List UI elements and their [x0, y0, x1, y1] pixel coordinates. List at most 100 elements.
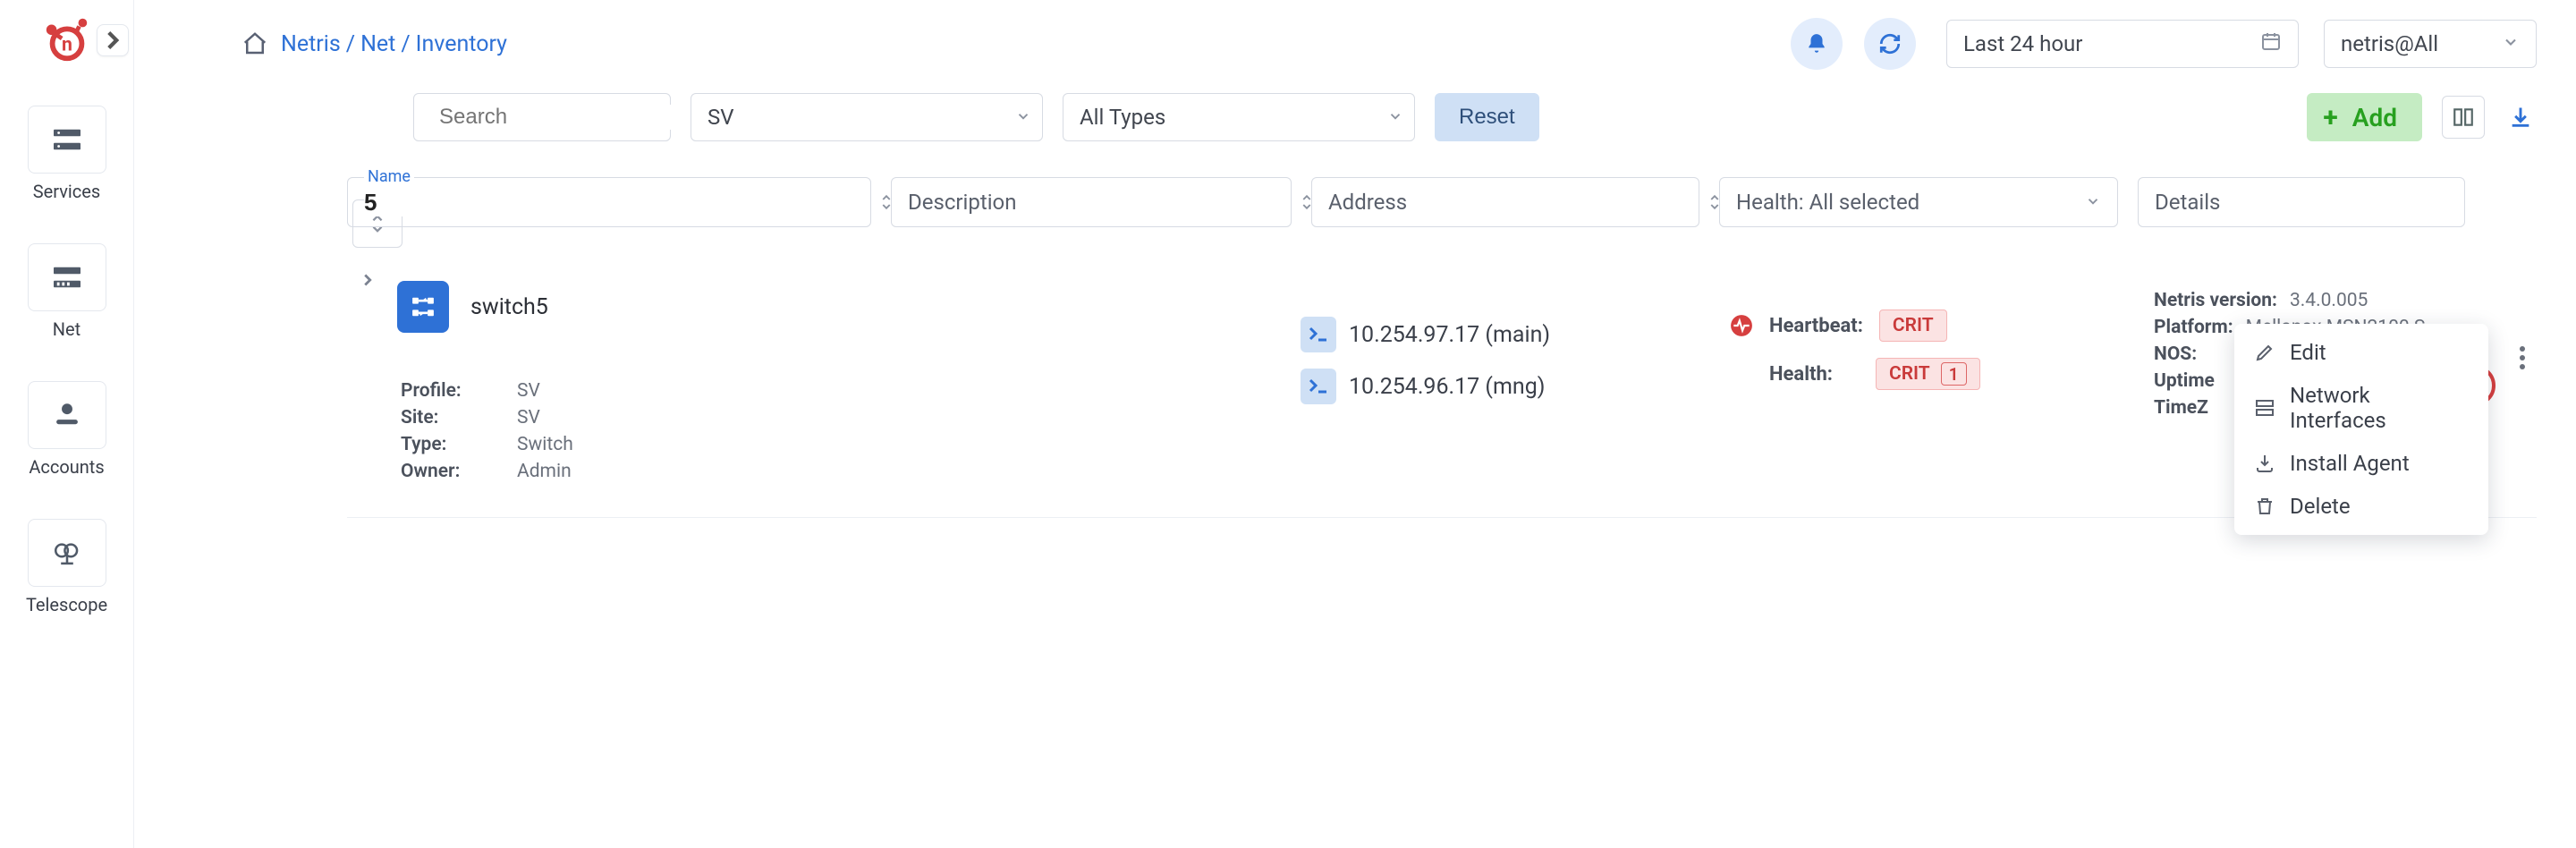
meta-val: SV — [517, 380, 540, 402]
main-area: Netris/Net/Inventory Last 24 hour netris… — [134, 0, 2576, 848]
device-icon — [397, 281, 449, 333]
add-button[interactable]: + Add — [2307, 93, 2422, 141]
header-name-input[interactable] — [364, 189, 854, 216]
col-address: 10.254.97.17 (main) 10.254.96.17 (mng) — [1301, 281, 1730, 485]
crumb-1[interactable]: Net — [360, 31, 395, 57]
site-filter-label: SV — [708, 105, 734, 130]
notifications-button[interactable] — [1791, 18, 1843, 70]
meta-val: Switch — [517, 434, 573, 455]
tenant-label: netris@All — [2341, 31, 2438, 56]
heartbeat-icon — [1730, 314, 1753, 337]
header-details: Details — [2138, 177, 2465, 227]
home-icon[interactable] — [242, 30, 268, 57]
download-icon — [2254, 453, 2275, 474]
address-entry[interactable]: 10.254.96.17 (mng) — [1301, 369, 1730, 404]
menu-item-network-interfaces[interactable]: Network Interfaces — [2234, 374, 2488, 442]
details-key: TimeZ — [2154, 397, 2208, 419]
heartbeat-label: Heartbeat: — [1769, 315, 1863, 337]
header-details-label: Details — [2155, 190, 2220, 215]
crit-text: CRIT — [1889, 363, 1930, 385]
calendar-icon — [2260, 30, 2282, 57]
crumb-0[interactable]: Netris — [281, 31, 341, 57]
site-filter-select[interactable]: SV — [691, 93, 1043, 141]
header-name[interactable]: Name — [347, 177, 871, 227]
header-address[interactable]: Address — [1311, 177, 1699, 227]
plus-icon: + — [2323, 102, 2337, 133]
menu-item-install-agent[interactable]: Install Agent — [2234, 442, 2488, 485]
header-name-label: Name — [364, 167, 414, 186]
trash-icon — [2254, 496, 2275, 517]
rail-expand-button[interactable] — [97, 24, 129, 56]
time-range-label: Last 24 hour — [1963, 31, 2082, 56]
columns-button[interactable] — [2442, 96, 2485, 139]
chevron-down-icon — [1015, 105, 1031, 130]
details-key: NOS: — [2154, 343, 2197, 365]
inventory-row: switch5 Profile:SV Site:SV Type:Switch O… — [347, 263, 2537, 518]
refresh-button[interactable] — [1864, 18, 1916, 70]
rail-item-services[interactable]: Services — [28, 106, 106, 202]
heartbeat-status-badge: CRIT — [1879, 310, 1947, 342]
filter-row: SV All Types Reset + Add — [216, 93, 2576, 141]
search-input[interactable] — [439, 105, 716, 130]
net-icon — [28, 243, 106, 311]
health-status-badge: CRIT 1 — [1876, 358, 1980, 390]
meta-key: Profile: — [401, 380, 517, 402]
rail-label: Accounts — [29, 456, 104, 478]
left-rail: n Services Net Accounts — [0, 0, 134, 848]
menu-label: Network Interfaces — [2290, 383, 2469, 433]
network-icon — [2254, 397, 2275, 419]
chevron-down-icon — [2502, 31, 2520, 56]
meta-key: Site: — [401, 407, 517, 428]
chevron-down-icon — [1387, 105, 1403, 130]
details-key: Uptime — [2154, 370, 2215, 392]
rail-item-accounts[interactable]: Accounts — [28, 381, 106, 478]
row-actions-button[interactable] — [2519, 345, 2526, 376]
details-key: Netris version: — [2154, 290, 2277, 311]
time-range-select[interactable]: Last 24 hour — [1946, 20, 2299, 68]
header-health[interactable]: Health: All selected — [1719, 177, 2118, 227]
details-key: Platform: — [2154, 317, 2233, 338]
rail-item-telescope[interactable]: Telescope — [28, 519, 106, 615]
tenant-select[interactable]: netris@All — [2324, 20, 2537, 68]
crit-count: 1 — [1941, 362, 1967, 386]
row-context-menu: Edit Network Interfaces Install Agent De… — [2234, 324, 2488, 535]
breadcrumb[interactable]: Netris/Net/Inventory — [281, 31, 507, 57]
address-text: 10.254.96.17 (mng) — [1349, 374, 1545, 400]
details-val: 3.4.0.005 — [2290, 290, 2368, 311]
header-address-label: Address — [1328, 190, 1407, 215]
download-button[interactable] — [2504, 96, 2537, 139]
terminal-icon — [1301, 317, 1336, 352]
expand-row-button[interactable] — [358, 270, 377, 293]
col-details: Netris version:3.4.0.005 Platform:Mellan… — [2154, 281, 2537, 485]
crumb-2[interactable]: Inventory — [416, 31, 507, 57]
app-logo[interactable]: n — [41, 13, 93, 64]
terminal-icon — [1301, 369, 1336, 404]
meta-val: SV — [517, 407, 540, 428]
header-health-label: Health: All selected — [1736, 190, 1919, 215]
health-label: Health: — [1769, 363, 1833, 386]
menu-label: Delete — [2290, 494, 2351, 519]
col-health: Heartbeat: CRIT Health: CRIT 1 — [1730, 281, 2154, 485]
device-meta: Profile:SV Site:SV Type:Switch Owner:Adm… — [397, 377, 896, 485]
menu-item-edit[interactable]: Edit — [2234, 331, 2488, 374]
rail-label: Net — [53, 318, 80, 340]
col-name: switch5 Profile:SV Site:SV Type:Switch O… — [347, 281, 896, 485]
rail-item-net[interactable]: Net — [28, 243, 106, 340]
search-input-wrap[interactable] — [413, 93, 671, 141]
add-label: Add — [2352, 103, 2397, 132]
reset-button[interactable]: Reset — [1435, 93, 1539, 141]
chevron-down-icon — [2085, 190, 2101, 215]
telescope-icon — [28, 519, 106, 587]
menu-label: Install Agent — [2290, 451, 2410, 476]
address-text: 10.254.97.17 (main) — [1349, 322, 1550, 348]
address-entry[interactable]: 10.254.97.17 (main) — [1301, 317, 1730, 352]
header-description[interactable]: Description — [891, 177, 1292, 227]
type-filter-select[interactable]: All Types — [1063, 93, 1415, 141]
menu-item-delete[interactable]: Delete — [2234, 485, 2488, 528]
meta-key: Owner: — [401, 461, 517, 482]
meta-val: Admin — [517, 461, 572, 482]
topbar: Netris/Net/Inventory Last 24 hour netris… — [134, 0, 2576, 93]
services-icon — [28, 106, 106, 174]
pencil-icon — [2254, 342, 2275, 363]
type-filter-label: All Types — [1080, 105, 1165, 130]
